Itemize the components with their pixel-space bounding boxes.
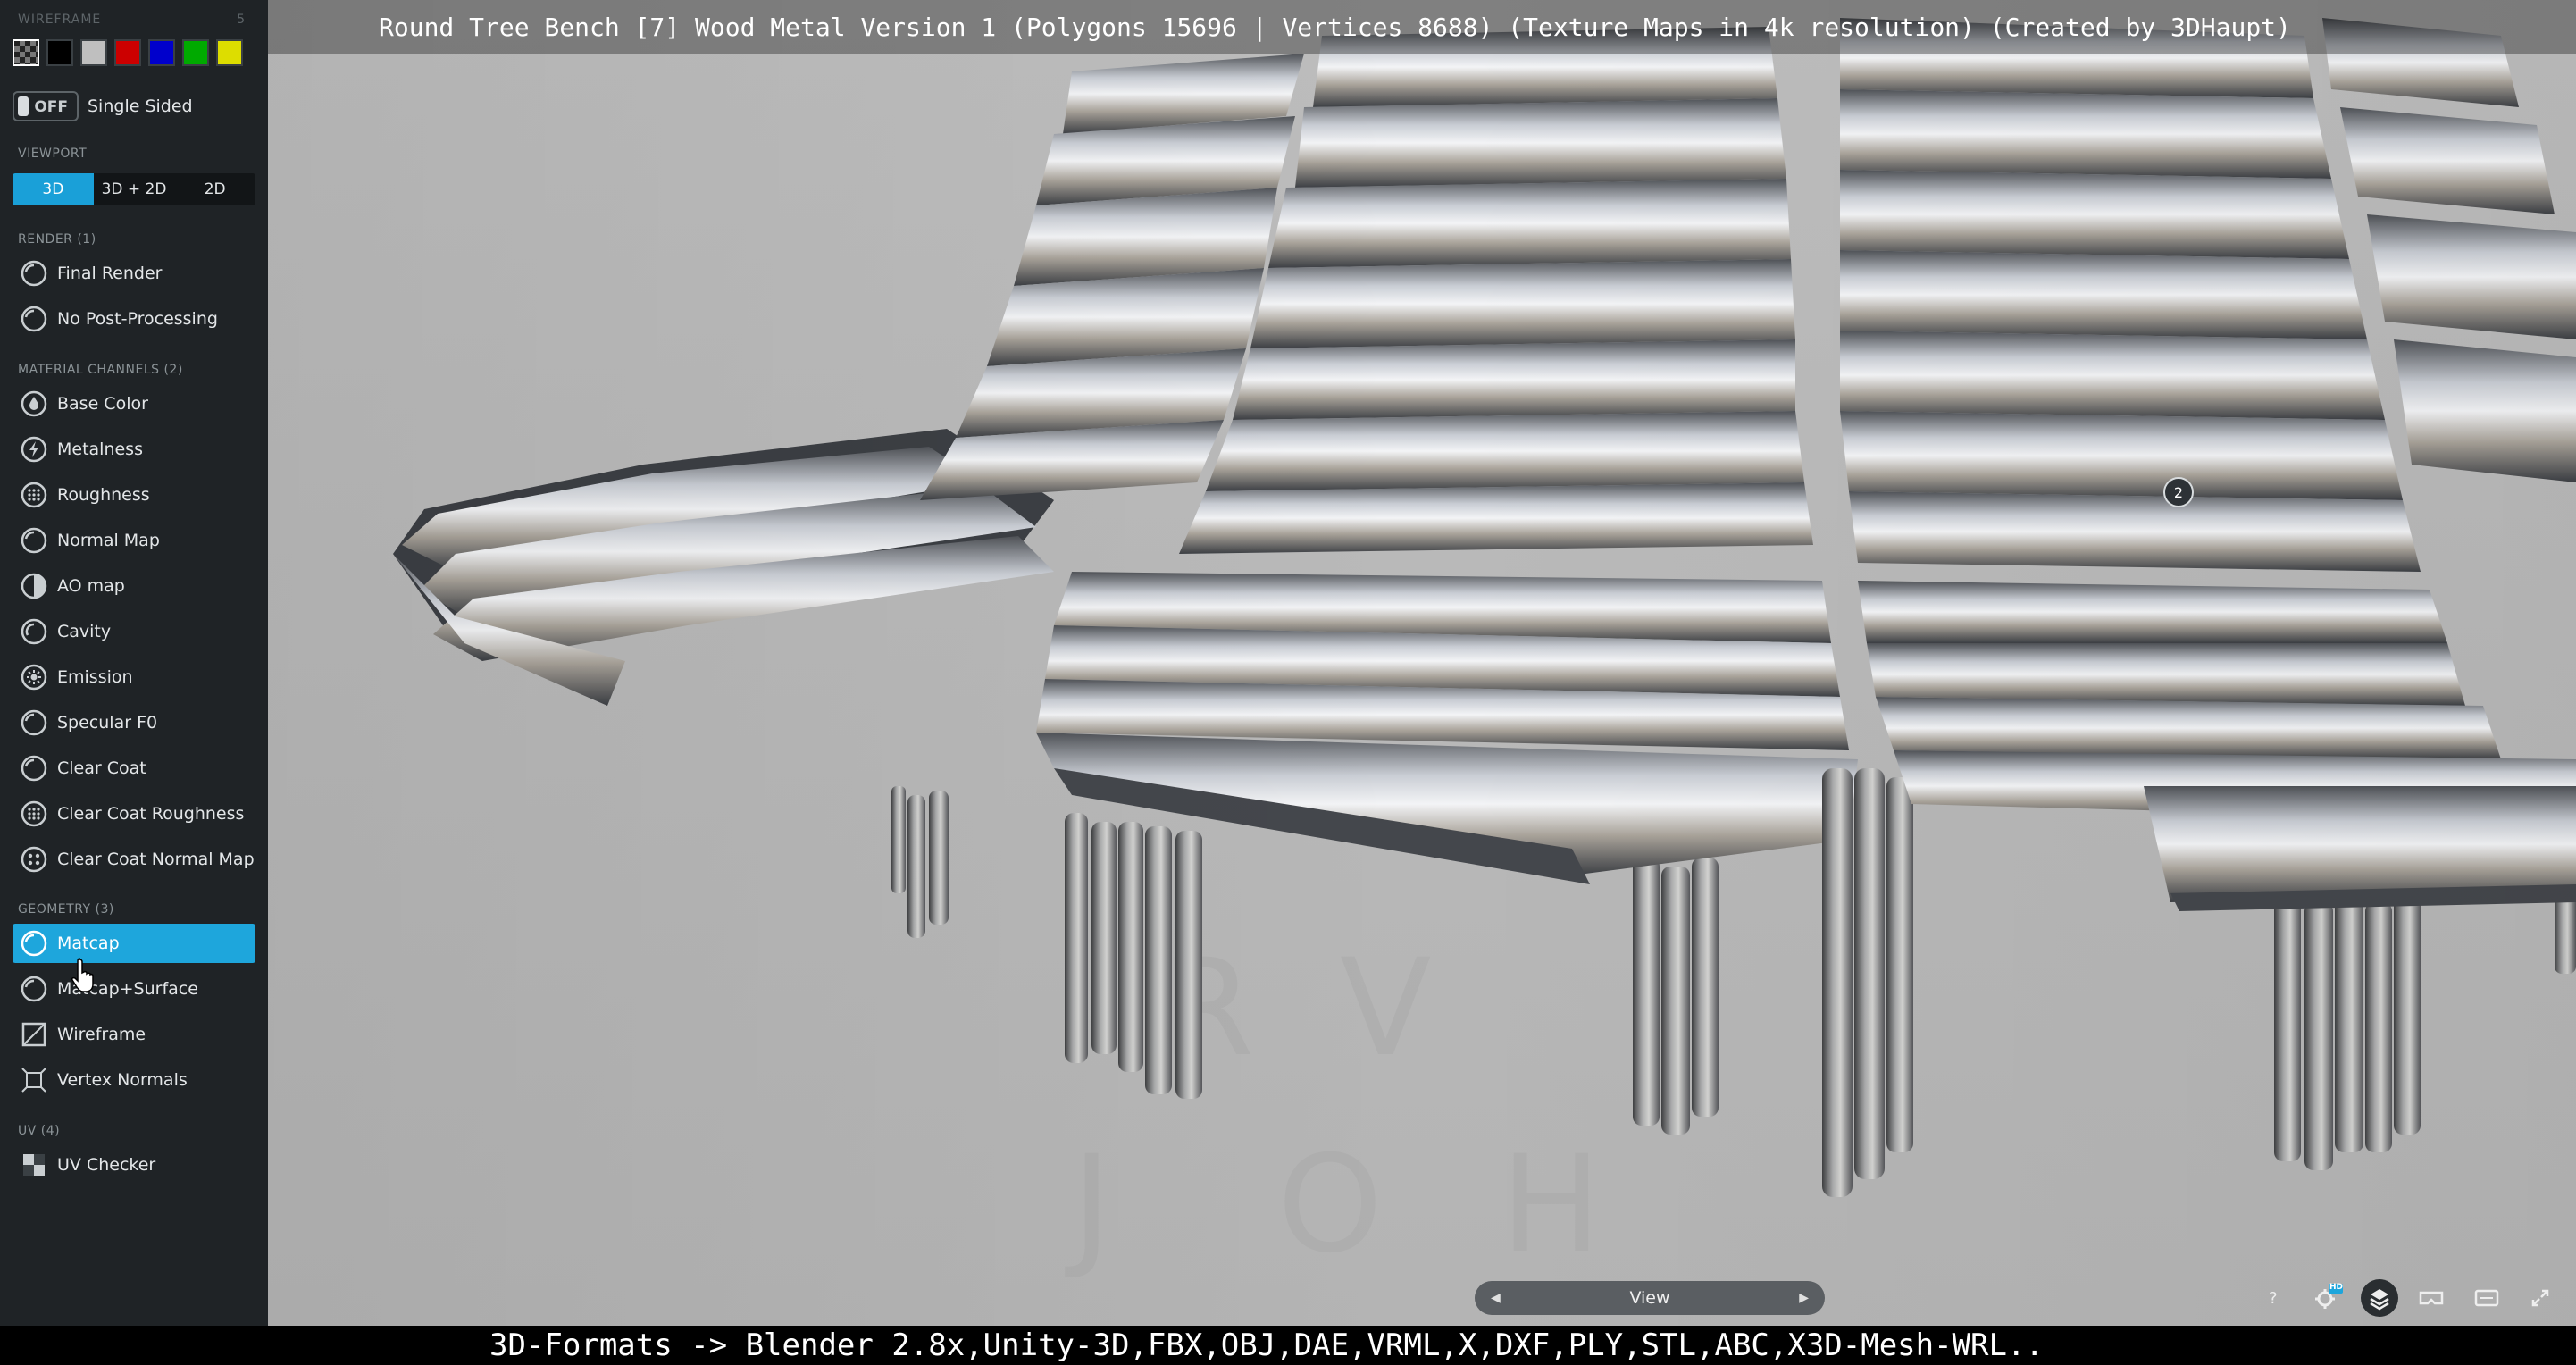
- menu-label: Roughness: [57, 485, 150, 505]
- viewport-3d-2d-button[interactable]: 3D + 2D: [94, 173, 175, 205]
- toggle-state-text: OFF: [34, 98, 68, 116]
- viewport-2d-button[interactable]: 2D: [174, 173, 255, 205]
- uv-section-label: UV (4): [18, 1124, 61, 1138]
- menu-label: Wireframe: [57, 1025, 146, 1044]
- specular-sphere-icon: [20, 708, 48, 737]
- view-label[interactable]: View: [1629, 1288, 1669, 1308]
- vertex-normals-icon: [20, 1066, 48, 1094]
- menu-final-render[interactable]: Final Render: [13, 254, 255, 293]
- swatch-blue[interactable]: [148, 39, 175, 66]
- hd-badge: HD: [2329, 1283, 2344, 1292]
- model-title: Round Tree Bench [7] Wood Metal Version …: [379, 13, 2291, 42]
- cavity-icon: [20, 617, 48, 646]
- view-navigator: ◀ View ▶: [1475, 1281, 1825, 1315]
- menu-label: Final Render: [57, 264, 163, 283]
- clear-coat-sphere-icon: [20, 754, 48, 783]
- menu-label: Specular F0: [57, 713, 158, 733]
- menu-label: Base Color: [57, 394, 148, 414]
- lightning-icon: [20, 435, 48, 464]
- menu-clear-coat-normal-map[interactable]: Clear Coat Normal Map: [13, 840, 255, 879]
- wireframe-color-swatches: [13, 39, 243, 66]
- menu-label: UV Checker: [57, 1155, 156, 1175]
- geometry-section-label: GEOMETRY (3): [18, 902, 114, 917]
- single-sided-toggle[interactable]: OFF: [13, 91, 79, 121]
- wireframe-square-icon: [20, 1020, 48, 1049]
- formats-footer: 3D-Formats -> Blender 2.8x,Unity-3D,FBX,…: [0, 1326, 2576, 1365]
- next-view-icon[interactable]: ▶: [1799, 1291, 1809, 1305]
- matcap-sphere-icon: [20, 975, 48, 1003]
- render-section-label: RENDER (1): [18, 232, 96, 247]
- embed-icon[interactable]: [2471, 1281, 2503, 1315]
- swatch-transparent[interactable]: [13, 39, 39, 66]
- help-icon[interactable]: ?: [2260, 1281, 2287, 1315]
- matcap-sphere-icon: [20, 929, 48, 958]
- menu-roughness[interactable]: Roughness: [13, 475, 255, 515]
- single-sided-row: OFF Single Sided: [13, 91, 193, 121]
- menu-metalness[interactable]: Metalness: [13, 430, 255, 469]
- svg-text:?: ?: [2269, 1289, 2278, 1308]
- emission-sun-icon: [20, 663, 48, 691]
- menu-label: Clear Coat Roughness: [57, 804, 245, 824]
- sidebar: WIREFRAME 5 OFF Single Sided VIEWPORT 3D…: [0, 0, 268, 1326]
- menu-label: Cavity: [57, 622, 112, 641]
- menu-label: Clear Coat Normal Map: [57, 850, 255, 869]
- swatch-green[interactable]: [182, 39, 209, 66]
- material-channels-section-label: MATERIAL CHANNELS (2): [18, 363, 183, 377]
- render-sphere-icon: [20, 259, 48, 288]
- menu-uv-checker[interactable]: UV Checker: [13, 1145, 255, 1185]
- menu-specular-f0[interactable]: Specular F0: [13, 703, 255, 742]
- menu-clear-coat[interactable]: Clear Coat: [13, 749, 255, 788]
- clear-coat-normal-icon: [20, 845, 48, 874]
- wireframe-section-label: WIREFRAME: [18, 13, 102, 27]
- prev-view-icon[interactable]: ◀: [1491, 1291, 1501, 1305]
- menu-emission[interactable]: Emission: [13, 657, 255, 697]
- settings-hd-icon[interactable]: HD: [2312, 1281, 2344, 1315]
- model-title-bar: Round Tree Bench [7] Wood Metal Version …: [268, 0, 2576, 54]
- swatch-gray[interactable]: [80, 39, 107, 66]
- menu-no-post-processing[interactable]: No Post-Processing: [13, 299, 255, 339]
- viewport-mode-selector: 3D 3D + 2D 2D: [13, 173, 255, 205]
- toggle-knob: [18, 96, 29, 116]
- menu-label: Normal Map: [57, 531, 160, 550]
- render-sphere-icon: [20, 305, 48, 333]
- menu-base-color[interactable]: Base Color: [13, 384, 255, 423]
- bench-model-render: RV JOH: [268, 0, 2576, 1326]
- swatch-red[interactable]: [114, 39, 141, 66]
- half-circle-icon: [20, 572, 48, 600]
- swatch-black[interactable]: [46, 39, 73, 66]
- dotted-circle-icon: [20, 800, 48, 828]
- menu-cavity[interactable]: Cavity: [13, 612, 255, 651]
- swatch-yellow[interactable]: [216, 39, 243, 66]
- fullscreen-icon[interactable]: [2524, 1281, 2556, 1315]
- dotted-circle-icon: [20, 481, 48, 509]
- menu-label: Vertex Normals: [57, 1070, 188, 1090]
- vr-icon[interactable]: [2415, 1281, 2447, 1315]
- viewport-section-label: VIEWPORT: [18, 147, 88, 161]
- layers-icon[interactable]: [2358, 1279, 2401, 1317]
- menu-label: Clear Coat: [57, 758, 146, 778]
- formats-text: 3D-Formats -> Blender 2.8x,Unity-3D,FBX,…: [489, 1327, 2044, 1363]
- menu-label: No Post-Processing: [57, 309, 218, 329]
- hand-cursor-icon: [71, 958, 94, 992]
- annotation-marker[interactable]: 2: [2163, 477, 2194, 507]
- menu-label: AO map: [57, 576, 125, 596]
- menu-label: Emission: [57, 667, 133, 687]
- menu-ao-map[interactable]: AO map: [13, 566, 255, 606]
- menu-matcap[interactable]: Matcap: [13, 924, 255, 963]
- menu-normal-map[interactable]: Normal Map: [13, 521, 255, 560]
- menu-vertex-normals[interactable]: Vertex Normals: [13, 1060, 255, 1100]
- 3d-viewport[interactable]: RV JOH 2 ◀ View ▶ ? HD: [268, 0, 2576, 1326]
- checkerboard-icon: [20, 1151, 48, 1179]
- droplet-icon: [20, 389, 48, 418]
- viewport-3d-button[interactable]: 3D: [13, 173, 94, 205]
- wireframe-count: 5: [237, 13, 245, 27]
- menu-label: Matcap: [57, 934, 120, 953]
- menu-wireframe[interactable]: Wireframe: [13, 1015, 255, 1054]
- menu-label: Metalness: [57, 440, 143, 459]
- menu-matcap-surface[interactable]: Matcap+Surface: [13, 969, 255, 1009]
- normal-map-sphere-icon: [20, 526, 48, 555]
- single-sided-label: Single Sided: [88, 96, 193, 116]
- menu-clear-coat-roughness[interactable]: Clear Coat Roughness: [13, 794, 255, 833]
